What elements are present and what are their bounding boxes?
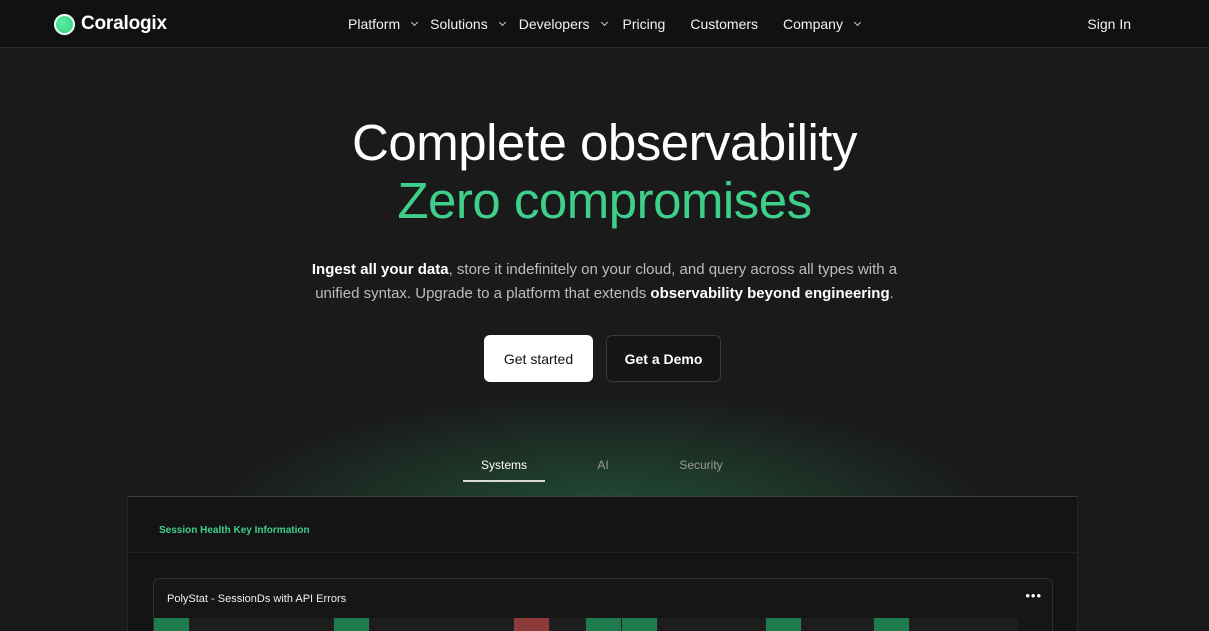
nav-item-developers[interactable]: Developers xyxy=(518,16,608,32)
nav-item-label: Customers xyxy=(690,16,759,32)
more-options-icon[interactable]: ••• xyxy=(1025,588,1042,603)
polystat-cell[interactable] xyxy=(550,618,586,631)
section-title: Session Health Key Information xyxy=(159,525,310,536)
get-a-demo-button[interactable]: Get a Demo xyxy=(606,335,721,382)
get-started-button[interactable]: Get started xyxy=(484,335,593,382)
hero-subtitle: Ingest all your data, store it indefinit… xyxy=(290,258,919,306)
polystat-cell[interactable] xyxy=(874,618,910,631)
product-tabs: Systems AI Security xyxy=(463,458,763,484)
polystat-cell[interactable] xyxy=(442,618,478,631)
hero-headline-accent: Zero compromises xyxy=(397,172,812,229)
polystat-cell[interactable] xyxy=(946,618,982,631)
polystat-cell[interactable] xyxy=(298,618,334,631)
chevron-down-icon xyxy=(600,18,608,27)
nav-item-label: Company xyxy=(783,16,843,32)
polystat-cell[interactable] xyxy=(622,618,658,631)
polystat-cell[interactable] xyxy=(766,618,802,631)
polystat-cell[interactable] xyxy=(226,618,262,631)
polystat-cell[interactable] xyxy=(478,618,514,631)
dashboard-preview: Session Health Key Information PolyStat … xyxy=(127,496,1078,631)
card-title: PolyStat - SessionDs with API Errors xyxy=(167,593,347,605)
top-navbar: Coralogix Platform Solutions Developers … xyxy=(0,0,1209,48)
nav-item-customers[interactable]: Customers xyxy=(690,16,758,32)
polystat-cell[interactable] xyxy=(586,618,622,631)
coralogix-logo[interactable]: Coralogix xyxy=(54,13,167,35)
nav-item-platform[interactable]: Platform xyxy=(348,16,419,32)
subtitle-text: . xyxy=(889,285,894,302)
nav-item-label: Solutions xyxy=(430,16,488,32)
hero-headline: Complete observability xyxy=(352,114,857,171)
subtitle-emphasis: Ingest all your data xyxy=(311,261,449,278)
tab-systems[interactable]: Systems xyxy=(463,458,545,482)
nav-item-pricing[interactable]: Pricing xyxy=(623,16,666,32)
nav-item-solutions[interactable]: Solutions xyxy=(430,16,506,32)
polystat-cell[interactable] xyxy=(370,618,406,631)
polystat-cell[interactable] xyxy=(262,618,298,631)
polystat-cell[interactable] xyxy=(802,618,838,631)
subtitle-emphasis: observability beyond engineering xyxy=(650,285,890,302)
polystat-cell[interactable] xyxy=(190,618,226,631)
polystat-cell[interactable] xyxy=(334,618,370,631)
page: Coralogix Platform Solutions Developers … xyxy=(0,0,1209,631)
chevron-down-icon xyxy=(853,18,861,27)
nav-item-company[interactable]: Company xyxy=(783,16,861,32)
nav-item-label: Developers xyxy=(518,16,590,32)
active-tab-indicator xyxy=(463,480,545,482)
main-menu: Platform Solutions Developers Pricing Cu… xyxy=(348,0,861,48)
polystat-cell[interactable] xyxy=(694,618,730,631)
polystat-cell[interactable] xyxy=(154,618,190,631)
polystat-cell[interactable] xyxy=(658,618,694,631)
polystat-cell[interactable] xyxy=(514,618,550,631)
polystat-cell[interactable] xyxy=(838,618,874,631)
polystat-cell[interactable] xyxy=(730,618,766,631)
sign-in-link[interactable]: Sign In xyxy=(1087,16,1131,32)
nav-item-label: Pricing xyxy=(622,16,666,32)
logo-mark-icon xyxy=(54,13,75,35)
divider xyxy=(128,552,1077,553)
logo-text: Coralogix xyxy=(81,13,167,34)
tab-ai[interactable]: AI xyxy=(588,458,618,482)
tab-security[interactable]: Security xyxy=(668,458,734,482)
polystat-cell[interactable] xyxy=(910,618,946,631)
chevron-down-icon xyxy=(411,18,419,27)
polystat-cell[interactable] xyxy=(406,618,442,631)
chevron-down-icon xyxy=(498,18,506,27)
polystat-cell[interactable] xyxy=(982,618,1018,631)
nav-item-label: Platform xyxy=(348,16,401,32)
polystat-card: PolyStat - SessionDs with API Errors ••• xyxy=(153,578,1053,631)
polystat-cells xyxy=(154,618,1018,631)
